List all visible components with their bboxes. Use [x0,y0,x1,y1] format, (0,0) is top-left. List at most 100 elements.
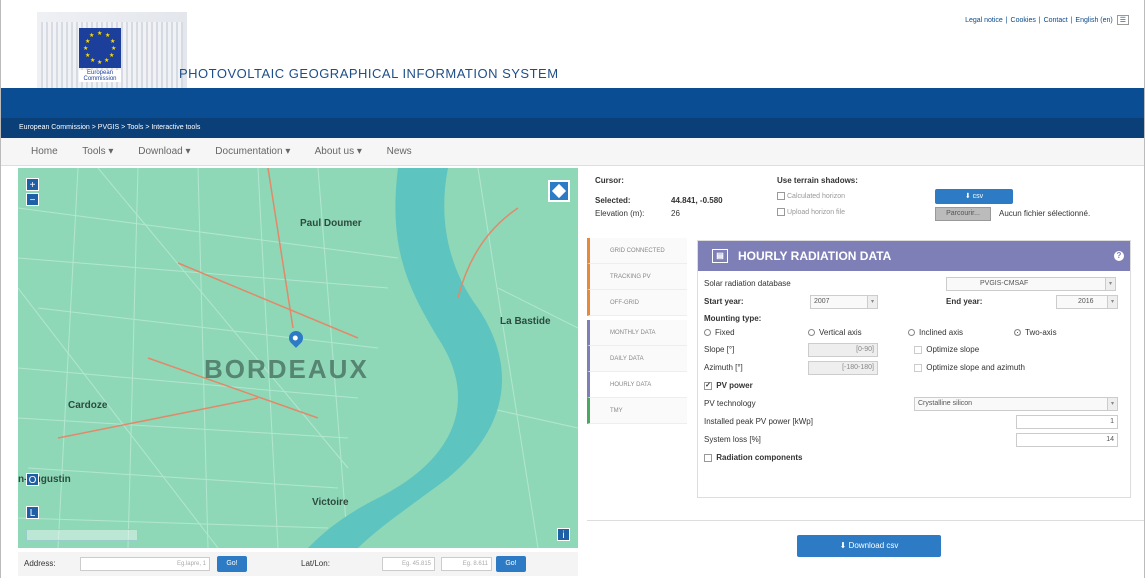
nav-about-us[interactable]: About us ▾ [315,146,362,157]
cursor-info: Cursor: Selected: 44.841, -0.580 Elevati… [587,168,1144,230]
map-l-button[interactable]: L [26,506,39,519]
optimize-slope-azimuth-checkbox[interactable] [914,363,922,372]
radio-two-axis[interactable]: Two-axis [1014,328,1057,337]
start-year-select[interactable]: 2007 ▾ [810,295,878,309]
optimize-slope-checkbox[interactable] [914,345,922,354]
selected-value: 44.841, -0.580 [671,196,723,205]
optimize-slope-option[interactable]: Optimize slope [914,345,979,354]
nav-documentation[interactable]: Documentation ▾ [215,146,290,157]
peak-power-input[interactable]: 1 [1016,415,1118,429]
slope-input[interactable]: [0-90] [808,343,878,357]
slope-label: Slope [°] [704,345,735,354]
chevron-down-icon: ▾ [1107,398,1117,410]
nav-download[interactable]: Download ▾ [138,146,190,157]
start-year-label: Start year: [704,297,744,306]
address-go-button[interactable]: Go! [217,556,247,572]
radiation-components-checkbox[interactable] [704,453,712,462]
system-loss-input[interactable]: 14 [1016,433,1118,447]
calculated-horizon-label: Calculated horizon [787,192,845,200]
upload-horizon-checkbox[interactable] [777,208,785,216]
pv-power-label: PV power [716,381,753,390]
nav-home[interactable]: Home [31,146,58,157]
azimuth-input[interactable]: [-180-180] [808,361,878,375]
elevation-value: 26 [671,209,680,218]
radiation-components-label: Radiation components [716,453,803,462]
help-icon[interactable]: ? [1114,251,1124,261]
map-label-paul-doumer: Paul Doumer [300,218,362,229]
map-label-la-bastide: La Bastide [500,316,551,327]
upload-horizon-label: Upload horizon file [787,208,845,216]
zoom-out-button[interactable]: − [26,193,39,206]
hourly-data-icon: ▤ [712,249,728,263]
language-dropdown-icon[interactable]: ☰ [1116,15,1129,25]
pv-power-option[interactable]: ✓ PV power [704,381,753,390]
cookies-link[interactable]: Cookies [1011,17,1036,24]
end-year-select[interactable]: 2016 ▾ [1056,295,1118,309]
tab-grid-connected[interactable]: GRID CONNECTED [587,238,687,264]
calculated-horizon-option[interactable]: Calculated horizon [777,192,845,200]
radio-fixed[interactable]: Fixed [704,328,735,337]
chevron-down-icon: ▾ [1107,296,1117,308]
radio-fixed-button[interactable] [704,329,711,337]
radio-vertical-axis[interactable]: Vertical axis [808,328,862,337]
tab-tmy[interactable]: TMY [587,398,687,424]
upload-horizon-option[interactable]: Upload horizon file [777,208,845,216]
breadcrumb[interactable]: European Commission > PVGIS > Tools > In… [1,118,1144,138]
ec-logo[interactable]: ★ ★ ★ ★ ★ ★ ★ ★ ★ ★ ★ ★ European Commiss… [37,12,187,88]
pv-technology-value: Crystalline silicon [918,400,973,407]
form-title: HOURLY RADIATION DATA [738,249,892,263]
horizon-csv-button[interactable]: ⬇ csv [935,189,1013,204]
contact-link[interactable]: Contact [1044,17,1068,24]
azimuth-label: Azimuth [°] [704,363,743,372]
map-label-victoire: Victoire [312,497,349,508]
calculated-horizon-checkbox[interactable] [777,192,785,200]
address-label: Address: [24,559,56,568]
radio-two-axis-button[interactable] [1014,329,1021,337]
nav-tools[interactable]: Tools ▾ [82,146,113,157]
radio-inclined-axis[interactable]: Inclined axis [908,328,963,337]
right-panel: Cursor: Selected: 44.841, -0.580 Elevati… [587,168,1144,578]
no-file-text: Aucun fichier sélectionné. [999,209,1091,218]
top-links: Legal notice | Cookies | Contact | Engli… [964,15,1130,25]
scale-bar [26,529,138,541]
tab-daily-data[interactable]: DAILY DATA [587,346,687,372]
csv-label: csv [972,193,984,200]
pv-power-checkbox[interactable]: ✓ [704,381,712,390]
radiation-components-option[interactable]: Radiation components [704,453,802,462]
zoom-in-button[interactable]: + [26,178,39,191]
language-selector[interactable]: English (en) [1075,17,1112,24]
radio-two-axis-label: Two-axis [1025,328,1057,337]
map-o-button[interactable]: O [26,473,39,486]
solar-db-select[interactable]: PVGIS-CMSAF ▾ [946,277,1116,291]
hourly-radiation-form: ▤ HOURLY RADIATION DATA ? Solar radiatio… [697,240,1131,498]
legal-notice-link[interactable]: Legal notice [965,17,1003,24]
lon-input[interactable]: Eg. 8.611 [441,557,492,571]
layers-icon[interactable] [548,180,570,202]
end-year-value: 2016 [1078,298,1094,305]
download-icon: ⬇ [839,541,849,550]
latlon-go-button[interactable]: Go! [496,556,526,572]
nav-news[interactable]: News [387,146,412,157]
tab-tracking-pv[interactable]: TRACKING PV [587,264,687,290]
tab-off-grid[interactable]: OFF-GRID [587,290,687,316]
start-year-value: 2007 [814,298,830,305]
browse-button[interactable]: Parcourir... [935,207,991,221]
pv-technology-select[interactable]: Crystalline silicon ▾ [914,397,1118,411]
ec-logo-text: European Commission [79,70,121,82]
tab-hourly-data[interactable]: HOURLY DATA [587,372,687,398]
map-info-icon[interactable]: i [557,528,570,541]
address-input[interactable]: Eg.lapre, 1 [80,557,210,571]
download-csv-button[interactable]: ⬇ Download csv [797,535,941,557]
selected-label: Selected: [595,196,631,205]
lat-input[interactable]: Eg. 45.815 [382,557,435,571]
download-icon: ⬇ [964,193,973,200]
optimize-slope-azimuth-option[interactable]: Optimize slope and azimuth [914,363,1025,372]
header-band [1,88,1144,118]
solar-db-label: Solar radiation database [704,279,791,288]
tab-monthly-data[interactable]: MONTHLY DATA [587,320,687,346]
radio-vertical-button[interactable] [808,329,815,337]
eu-flag-icon: ★ ★ ★ ★ ★ ★ ★ ★ ★ ★ ★ ★ [79,28,121,68]
address-search-bar: Address: Eg.lapre, 1 Go! Lat/Lon: Eg. 45… [18,552,578,576]
radio-inclined-button[interactable] [908,329,915,337]
interactive-map[interactable]: + − Paul Doumer La Bastide BORDEAUX Card… [18,168,578,548]
